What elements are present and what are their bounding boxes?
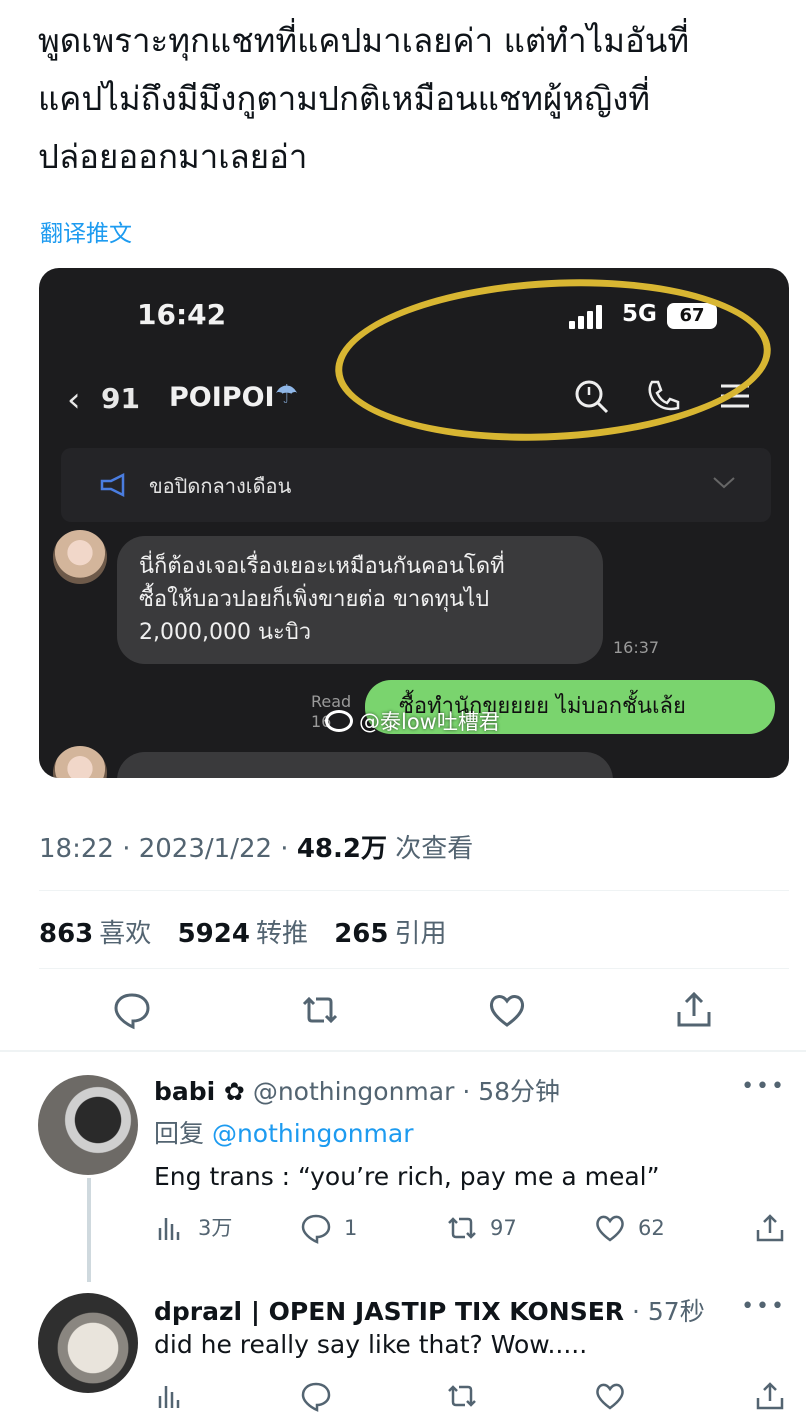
weibo-icon <box>325 710 353 732</box>
message-line: 2,000,000 นะบิว <box>139 620 312 645</box>
translate-tweet-link[interactable]: 翻译推文 <box>40 214 132 248</box>
chevron-left-icon: ‹ <box>67 380 81 420</box>
likes-count: 863 <box>39 919 94 949</box>
reply-text: did he really say like that? Wow..... <box>154 1330 588 1359</box>
tweet-media-image[interactable]: 16:42 5G 67 ‹ 91 POIPOI ☂ ขอปิดกลางเดือน <box>39 268 789 778</box>
like-button[interactable]: 62 <box>594 1210 665 1246</box>
share-button[interactable] <box>754 1210 786 1246</box>
reply-actions <box>154 1378 794 1418</box>
reply-author-name[interactable]: babi ✿ <box>154 1077 245 1106</box>
avatar[interactable] <box>38 1293 138 1393</box>
share-icon <box>756 1214 784 1242</box>
tweet-text: พูดเพราะทุกแชทที่แคปมาเลยค่า แต่ทำไมอันท… <box>38 12 778 186</box>
reply-author[interactable]: babi ✿ @nothingonmar · 58分钟 <box>154 1072 560 1108</box>
retweets-count: 5924 <box>177 919 250 949</box>
contact-avatar <box>53 530 107 584</box>
announcement-bar: ขอปิดกลางเดือน <box>61 448 771 522</box>
message-line: นี่ก็ต้องเจอเรื่องเยอะเหมือนกันคอนโดที่ <box>139 554 505 579</box>
analytics-icon <box>158 1218 180 1240</box>
chat-name: POIPOI <box>169 382 275 413</box>
retweet-icon <box>448 1217 476 1239</box>
chevron-down-icon <box>713 477 735 489</box>
retweets-count: 97 <box>490 1216 517 1240</box>
section-separator <box>0 1050 806 1052</box>
retweets-stat[interactable]: 5924 转推 <box>178 919 308 949</box>
status-time: 16:42 <box>137 298 227 331</box>
likes-stat[interactable]: 863 喜欢 <box>39 919 151 949</box>
quotes-label: 引用 <box>394 919 447 949</box>
reply-author-name[interactable]: dprazl | OPEN JASTIP TIX KONSER <box>154 1297 624 1326</box>
reply-button[interactable]: 1 <box>300 1210 357 1246</box>
reply-button[interactable] <box>300 1378 332 1414</box>
likes-count: 62 <box>638 1216 665 1240</box>
reply-handle[interactable]: @nothingonmar · 58分钟 <box>245 1077 560 1106</box>
reply-handle[interactable]: · 57秒 <box>624 1297 705 1326</box>
mention-link[interactable]: @nothingonmar <box>212 1119 414 1148</box>
retweet-button[interactable]: 97 <box>446 1210 517 1246</box>
views-button[interactable] <box>154 1378 186 1414</box>
thread-line <box>87 1178 91 1282</box>
likes-label: 喜欢 <box>99 919 152 949</box>
tweet-text-line: ปล่อยออกมาเลยอ่า <box>38 137 308 176</box>
megaphone-icon <box>100 472 125 498</box>
quotes-stat[interactable]: 265 引用 <box>334 919 446 949</box>
like-icon <box>596 1215 624 1242</box>
tweet-stats: 863 喜欢 5924 转推 265 引用 <box>39 913 465 950</box>
contact-avatar <box>53 746 107 778</box>
tweet-timestamp[interactable]: 18:22 · 2023/1/22 · <box>39 834 297 864</box>
more-options-icon[interactable]: ••• <box>741 1074 786 1099</box>
retweets-label: 转推 <box>255 919 308 949</box>
rain-cloud-icon: ☂ <box>275 380 299 410</box>
reply-actions: 3万 1 97 62 <box>154 1210 794 1250</box>
announcement-text: ขอปิดกลางเดือน <box>149 474 292 498</box>
views-count: 48.2万 <box>296 834 387 864</box>
like-icon[interactable] <box>487 990 527 1030</box>
divider <box>39 968 789 969</box>
retweet-icon <box>448 1385 476 1407</box>
retweet-button[interactable] <box>446 1378 478 1414</box>
more-options-icon[interactable]: ••• <box>741 1294 786 1319</box>
reply-text: Eng trans : “you’re rich, pay me a meal” <box>154 1162 660 1191</box>
views-label: 次查看 <box>387 834 474 864</box>
like-button[interactable] <box>594 1378 626 1414</box>
analytics-icon <box>158 1386 180 1408</box>
views-count: 3万 <box>198 1216 233 1240</box>
share-icon[interactable] <box>674 990 714 1030</box>
watermark: @泰low吐槽君 <box>325 706 500 736</box>
reply-to-prefix: 回复 <box>154 1119 212 1148</box>
like-icon <box>596 1383 624 1410</box>
views-button[interactable]: 3万 <box>154 1210 232 1246</box>
avatar[interactable] <box>38 1075 138 1175</box>
tweet-text-line: แคปไม่ถึงมีมึงกูตามปกติเหมือนแชทผู้หญิงท… <box>38 79 651 118</box>
share-button[interactable] <box>754 1378 786 1414</box>
reply-to: 回复 @nothingonmar <box>154 1114 414 1150</box>
watermark-text: @泰low吐槽君 <box>359 710 500 734</box>
tweet-meta: 18:22 · 2023/1/22 · 48.2万 次查看 <box>39 828 473 865</box>
message-line: ซื้อให้บอวปอยก็เพิ่งขายต่อ ขาดทุนไป <box>139 587 490 612</box>
reply-icon[interactable] <box>112 990 152 1030</box>
back-count: 91 <box>101 382 140 415</box>
share-icon <box>756 1382 784 1410</box>
quotes-count: 265 <box>334 919 389 949</box>
incoming-message <box>117 752 613 778</box>
replies-count: 1 <box>344 1216 358 1240</box>
divider <box>39 890 789 891</box>
retweet-icon[interactable] <box>300 990 340 1030</box>
reply-icon <box>301 1382 331 1412</box>
message-time: 16:37 <box>613 638 660 657</box>
tweet-text-line: พูดเพราะทุกแชทที่แคปมาเลยค่า แต่ทำไมอันท… <box>38 21 690 60</box>
reply-author[interactable]: dprazl | OPEN JASTIP TIX KONSER · 57秒 <box>154 1292 705 1328</box>
incoming-message: นี่ก็ต้องเจอเรื่องเยอะเหมือนกันคอนโดที่ … <box>117 536 603 664</box>
reply-icon <box>301 1214 331 1244</box>
